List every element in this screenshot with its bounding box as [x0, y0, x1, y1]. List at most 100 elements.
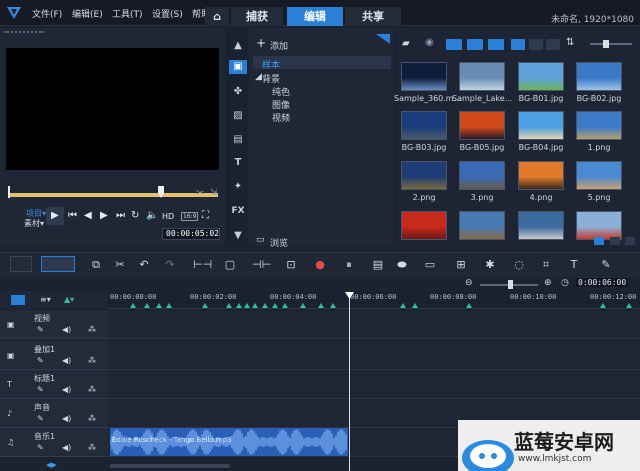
media-thumbnail[interactable]	[459, 161, 505, 190]
zoom-slider-handle[interactable]	[508, 280, 513, 289]
clip-mode-selector[interactable]: 素材▾	[24, 218, 44, 229]
media-thumbnail[interactable]	[576, 62, 622, 91]
track-manager-icon[interactable]: ⧉	[88, 258, 104, 272]
track-lane[interactable]	[108, 310, 640, 339]
edit-icon[interactable]: ✎	[37, 443, 44, 452]
media-thumbnail[interactable]	[401, 111, 447, 140]
effects-icon[interactable]: ✱	[482, 258, 498, 271]
mask-creator-icon[interactable]: ⬬	[394, 258, 410, 272]
browse-icon[interactable]: ▭	[256, 235, 265, 245]
media-thumbnail[interactable]	[401, 62, 447, 91]
track-lane[interactable]	[108, 341, 640, 370]
scroll-up-icon[interactable]: ▲	[231, 40, 245, 52]
motion-tracking-icon[interactable]: ▤	[370, 258, 386, 271]
panel-grip[interactable]	[4, 31, 44, 34]
media-thumbnail[interactable]	[576, 211, 622, 240]
chapter-marker-icon[interactable]: ▲▾	[64, 295, 74, 304]
chapter-marker[interactable]	[318, 303, 324, 308]
chapter-marker[interactable]	[400, 303, 406, 308]
scroll-down-icon[interactable]: ▼	[231, 230, 245, 242]
detail-view-button[interactable]	[546, 39, 560, 50]
chapter-marker[interactable]	[226, 303, 232, 308]
time-remap-icon[interactable]: ⊣⊢	[252, 258, 271, 271]
timeline-scrollbar[interactable]	[110, 464, 230, 468]
title-tool-icon[interactable]: T	[566, 258, 582, 271]
trim-start-handle[interactable]	[8, 186, 10, 198]
media-thumbnail[interactable]	[518, 211, 564, 240]
ripple-icon[interactable]: ⁂	[88, 414, 96, 423]
media-thumbnail[interactable]	[518, 161, 564, 190]
chapter-marker[interactable]	[282, 303, 288, 308]
record-capture-icon[interactable]: ◉	[425, 37, 434, 48]
media-thumbnail[interactable]	[518, 62, 564, 91]
import-folder-icon[interactable]: ▰	[402, 38, 410, 49]
list-view-button[interactable]	[529, 39, 543, 50]
chapter-marker[interactable]	[466, 303, 472, 308]
media-thumbnail[interactable]	[459, 62, 505, 91]
track-lane[interactable]	[108, 370, 640, 399]
chapter-marker[interactable]	[144, 303, 150, 308]
aspect-ratio-button[interactable]: 16:9	[181, 212, 199, 221]
edit-icon[interactable]: ✎	[37, 356, 44, 365]
text-icon[interactable]: T	[231, 157, 245, 169]
tree-item-sample[interactable]: 样本	[262, 58, 280, 71]
tab-share[interactable]: 共享	[345, 7, 401, 26]
tree-expand-icon[interactable]: ◢	[255, 72, 262, 82]
media-thumbnail[interactable]	[576, 111, 622, 140]
mute-icon[interactable]: ◀)	[62, 443, 71, 452]
media-thumbnail[interactable]	[459, 211, 505, 240]
ripple-icon[interactable]: ⁂	[88, 443, 96, 452]
smart-package-icon[interactable]: ✎	[598, 258, 614, 271]
menu-tools[interactable]: 工具(T)	[112, 7, 143, 20]
title-image-icon[interactable]: ▤	[231, 134, 245, 146]
chapter-marker[interactable]	[156, 303, 162, 308]
mute-icon[interactable]: ◀)	[62, 414, 71, 423]
media-edit-button[interactable]	[625, 237, 635, 245]
timeline-view-button[interactable]	[41, 256, 75, 272]
tree-item-solid[interactable]: 纯色	[272, 85, 290, 98]
redo-icon[interactable]: ↷	[162, 258, 178, 271]
chapter-marker[interactable]	[202, 303, 208, 308]
chapter-marker[interactable]	[166, 303, 172, 308]
chapter-marker[interactable]	[236, 303, 242, 308]
hd-toggle[interactable]: HD	[162, 212, 174, 221]
transition-icon[interactable]: ▨	[231, 110, 245, 122]
media-thumbnail[interactable]	[518, 111, 564, 140]
mute-icon[interactable]: ◀)	[62, 385, 71, 394]
track-options-icon[interactable]: ≡▾	[40, 295, 51, 304]
home-icon[interactable]: ⏮	[68, 210, 77, 221]
chapter-marker[interactable]	[252, 303, 258, 308]
record-voiceover-icon[interactable]: ●	[312, 258, 328, 271]
media-toggle-button[interactable]	[594, 237, 604, 245]
mute-icon[interactable]: ◀)	[62, 325, 71, 334]
storyboard-view-button[interactable]	[10, 256, 32, 272]
chapter-marker[interactable]	[412, 303, 418, 308]
edit-icon[interactable]: ✎	[37, 414, 44, 423]
ripple-icon[interactable]: ⁂	[88, 325, 96, 334]
media-thumbnail[interactable]	[401, 161, 447, 190]
track-view-button[interactable]	[11, 295, 25, 305]
graphics-icon[interactable]: ✦	[231, 181, 245, 193]
timecode-display[interactable]: 00:00:05:02	[162, 228, 220, 240]
prev-frame-icon[interactable]: ◀	[84, 210, 92, 221]
ripple-icon[interactable]: ⁂	[88, 356, 96, 365]
trim-mark-icon[interactable]: ⇲	[210, 188, 218, 198]
chapter-marker[interactable]	[330, 303, 336, 308]
tab-capture[interactable]: 捕获	[231, 7, 283, 26]
shape-icon[interactable]: ◌	[511, 258, 527, 271]
tab-home[interactable]: ⌂	[205, 7, 229, 26]
tab-edit[interactable]: 编辑	[287, 7, 343, 26]
mute-icon[interactable]: ◀)	[62, 356, 71, 365]
split-tool-icon[interactable]: ✂	[112, 258, 128, 271]
undo-icon[interactable]: ↶	[136, 258, 152, 271]
zoom-in-icon[interactable]: ⊕	[544, 278, 552, 288]
add-folder-button[interactable]: 添加	[270, 39, 288, 52]
timeline-zoom-icon[interactable]: ◀▶	[46, 461, 57, 469]
tree-item-video[interactable]: 视频	[272, 111, 290, 124]
multi-trim-icon[interactable]: ⊡	[283, 258, 299, 271]
repeat-icon[interactable]: ↻	[131, 210, 139, 221]
scrub-bar[interactable]	[8, 193, 218, 197]
split-clip-icon[interactable]: ✂	[196, 188, 204, 199]
fx-icon[interactable]: FX	[231, 205, 245, 217]
show-video-button[interactable]	[446, 39, 462, 50]
